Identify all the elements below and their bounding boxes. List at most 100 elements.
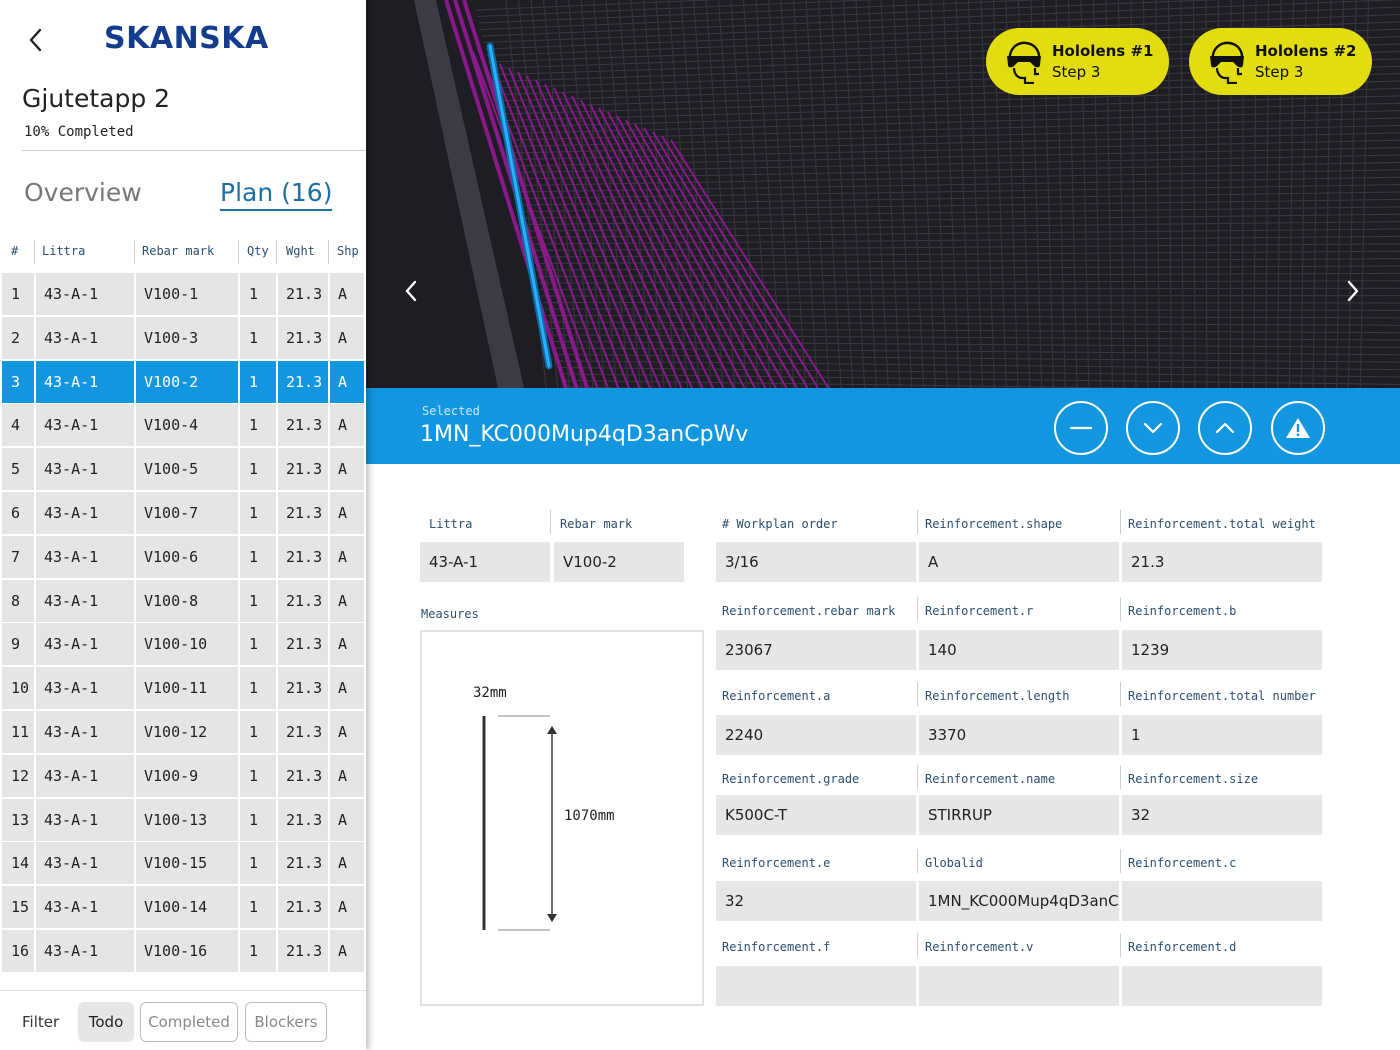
field-value: STIRRUP [919,795,1119,835]
table-row[interactable]: 16 43-A-1 V100-16 1 21.3 A [0,930,366,972]
plan-list-header: # Littra Rebar mark Qty Wght Shp [0,238,366,266]
tab-plan[interactable]: Plan (16) [220,178,333,211]
chevron-left-icon [29,28,42,52]
divider [1120,765,1121,789]
move-up-button[interactable] [1198,401,1252,455]
field-value [1122,881,1322,921]
field-label: Reinforcement.a [722,689,831,703]
field-label: Reinforcement.r [925,604,1034,618]
field-label: Reinforcement.total number [1128,689,1316,703]
field-value: 140 [919,630,1119,670]
row-qty: 1 [240,754,276,797]
chevron-right-icon [1347,280,1359,302]
column-header-rebar-mark[interactable]: Rebar mark [142,244,214,258]
row-rebar-mark: V100-7 [136,492,238,534]
row-qty: 1 [240,623,276,666]
row-number: 10 [2,667,34,710]
hololens-2-badge[interactable]: Hololens #2 Step 3 [1189,28,1372,95]
column-header-shape[interactable]: Shp [337,244,359,258]
filter-todo-button[interactable]: Todo [78,1002,134,1042]
row-number: 15 [2,886,34,929]
row-weight: 21.3 [278,448,328,491]
filter-blockers-button[interactable]: Blockers [245,1002,327,1042]
row-number: 5 [2,448,34,491]
headset-icon [1007,41,1041,84]
field-label: Reinforcement.rebar mark [722,604,896,618]
table-row[interactable]: 7 43-A-1 V100-6 1 21.3 A [0,535,366,578]
column-header-weight[interactable]: Wght [286,244,315,258]
field-label: Reinforcement.shape [925,517,1063,531]
row-qty: 1 [240,930,276,972]
column-header-number[interactable]: # [11,244,18,258]
field-label: Reinforcement.e [722,856,831,870]
table-row[interactable]: 1 43-A-1 V100-1 1 21.3 A [0,273,366,315]
model-viewer[interactable]: Hololens #1 Step 3 Hololens #2 Step 3 [366,0,1400,388]
minus-button[interactable] [1054,401,1108,455]
table-row[interactable]: 10 43-A-1 V100-11 1 21.3 A [0,667,366,710]
field-value: 1MN_KC000Mup4qD3anC.. [919,881,1119,921]
row-littra: 43-A-1 [36,886,134,929]
table-row[interactable]: 11 43-A-1 V100-12 1 21.3 A [0,711,366,753]
previous-button[interactable] [396,276,426,306]
field-label: Reinforcement.name [925,772,1056,786]
table-row[interactable]: 12 43-A-1 V100-9 1 21.3 A [0,754,366,797]
table-row[interactable]: 2 43-A-1 V100-3 1 21.3 A [0,316,366,359]
row-number: 14 [2,842,34,885]
field-value: 1 [1122,715,1322,755]
table-row[interactable]: 14 43-A-1 V100-15 1 21.3 A [0,842,366,885]
row-number: 3 [2,360,34,403]
divider [917,510,918,534]
row-weight: 21.3 [278,492,328,534]
table-row[interactable]: 9 43-A-1 V100-10 1 21.3 A [0,623,366,666]
row-rebar-mark: V100-9 [136,754,238,797]
warning-icon [1286,418,1310,438]
divider [917,933,918,957]
device-step: Step 3 [1052,63,1101,81]
table-row[interactable]: 8 43-A-1 V100-8 1 21.3 A [0,579,366,622]
table-row[interactable]: 4 43-A-1 V100-4 1 21.3 A [0,404,366,447]
row-number: 9 [2,623,34,666]
row-weight: 21.3 [278,404,328,447]
row-qty: 1 [240,579,276,622]
table-row[interactable]: 13 43-A-1 V100-13 1 21.3 A [0,798,366,841]
tab-overview[interactable]: Overview [24,178,142,207]
report-blocker-button[interactable] [1271,401,1325,455]
row-number: 2 [2,316,34,359]
row-weight: 21.3 [278,886,328,929]
column-header-qty[interactable]: Qty [247,244,269,258]
field-value: 1239 [1122,630,1322,670]
column-header-littra[interactable]: Littra [42,244,85,258]
field-value: 2240 [716,715,916,755]
hololens-1-badge[interactable]: Hololens #1 Step 3 [986,28,1169,95]
row-rebar-mark: V100-3 [136,316,238,359]
back-button[interactable] [22,26,48,54]
row-shape: A [330,754,364,797]
filter-label: Filter [22,1013,60,1031]
row-rebar-mark: V100-16 [136,930,238,972]
field-value [1122,966,1322,1006]
field-value: 32 [1122,795,1322,835]
move-down-button[interactable] [1126,401,1180,455]
field-label: Reinforcement.v [925,940,1034,954]
row-rebar-mark: V100-15 [136,842,238,885]
row-number: 4 [2,404,34,447]
divider [276,240,277,264]
row-littra: 43-A-1 [36,535,134,578]
littra-label: Littra [429,517,473,531]
table-row[interactable]: 5 43-A-1 V100-5 1 21.3 A [0,448,366,491]
table-row[interactable]: 6 43-A-1 V100-7 1 21.3 A [0,492,366,534]
filter-completed-button[interactable]: Completed [140,1002,238,1042]
table-row[interactable]: 15 43-A-1 V100-14 1 21.3 A [0,886,366,929]
next-button[interactable] [1338,276,1368,306]
table-row[interactable]: 3 43-A-1 V100-2 1 21.3 A [0,360,366,403]
row-shape: A [330,492,364,534]
row-weight: 21.3 [278,798,328,841]
row-weight: 21.3 [278,842,328,885]
divider [1120,597,1121,621]
row-shape: A [330,316,364,359]
rebar-mark-label: Rebar mark [560,517,633,531]
field-value [716,966,916,1006]
project-title: Gjutetapp 2 [22,84,171,113]
field-value [919,966,1119,1006]
row-rebar-mark: V100-6 [136,535,238,578]
